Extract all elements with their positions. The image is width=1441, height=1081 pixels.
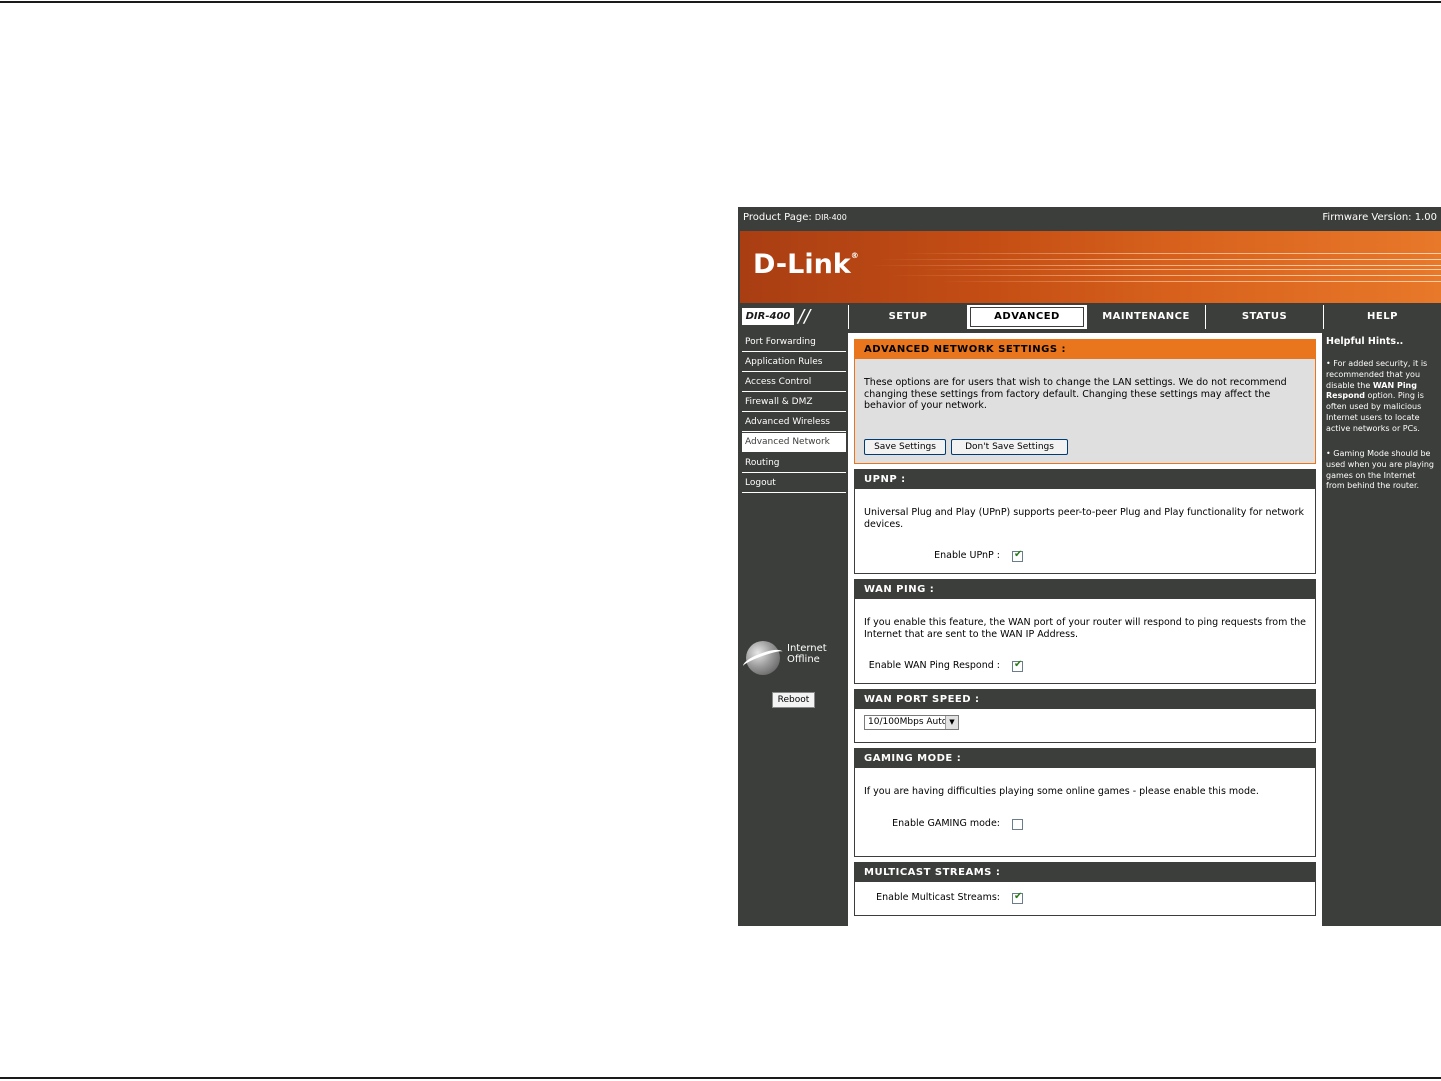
sidebar-item-advanced-wireless[interactable]: Advanced Wireless: [742, 413, 846, 432]
checkmark-icon: ✔: [1014, 891, 1023, 902]
section-description: These options are for users that wish to…: [864, 377, 1287, 411]
main-content: ADVANCED NETWORK SETTINGS : These option…: [848, 333, 1322, 926]
main-nav: DIR-400 // SETUP ADVANCED MAINTENANCE ST…: [738, 305, 1441, 329]
checkmark-icon: ✔: [1014, 549, 1023, 560]
section-description: If you enable this feature, the WAN port…: [864, 617, 1306, 640]
section-description: If you are having difficulties playing s…: [864, 786, 1259, 797]
section-title: WAN PORT SPEED :: [855, 690, 1315, 709]
wan-port-speed-select[interactable]: 10/100Mbps Auto ▼: [864, 715, 959, 730]
tab-help[interactable]: HELP: [1323, 305, 1441, 329]
save-settings-button[interactable]: Save Settings: [864, 439, 946, 455]
model-slashes: //: [798, 306, 811, 327]
product-model: DIR-400: [814, 213, 847, 222]
reboot-button[interactable]: Reboot: [772, 692, 815, 708]
sidebar-item-logout[interactable]: Logout: [742, 474, 846, 493]
firmware-version: Firmware Version: 1.00: [1322, 212, 1437, 223]
wan-ping-section: WAN PING : If you enable this feature, t…: [854, 579, 1316, 684]
upnp-section: UPNP : Universal Plug and Play (UPnP) su…: [854, 469, 1316, 574]
internet-status-line1: Internet: [787, 643, 827, 654]
section-description: Universal Plug and Play (UPnP) supports …: [864, 507, 1305, 530]
product-page-label: Product Page: DIR-400: [743, 212, 847, 223]
sidebar-item-firewall-dmz[interactable]: Firewall & DMZ: [742, 393, 846, 412]
enable-upnp-checkbox[interactable]: ✔: [1012, 549, 1023, 562]
internet-globe-icon: [741, 641, 785, 675]
internet-status: Internet Offline: [787, 643, 827, 665]
enable-gaming-mode-label: Enable GAMING mode:: [892, 818, 1000, 829]
sidebar: Port Forwarding Application Rules Access…: [738, 333, 848, 926]
sidebar-item-routing[interactable]: Routing: [742, 454, 846, 473]
page-top-rule: [0, 1, 1441, 3]
model-badge: DIR-400 //: [740, 305, 848, 329]
section-title: UPNP :: [855, 470, 1315, 489]
multicast-streams-section: MULTICAST STREAMS : Enable Multicast Str…: [854, 862, 1316, 916]
internet-status-line2: Offline: [787, 654, 820, 665]
wan-port-speed-value: 10/100Mbps Auto: [868, 717, 948, 727]
dlink-logo: D-Link®: [753, 249, 859, 280]
enable-multicast-label: Enable Multicast Streams:: [876, 892, 1000, 903]
wan-port-speed-section: WAN PORT SPEED : 10/100Mbps Auto ▼: [854, 689, 1316, 743]
enable-upnp-label: Enable UPnP :: [934, 550, 1000, 561]
advanced-network-settings-section: ADVANCED NETWORK SETTINGS : These option…: [854, 339, 1316, 464]
sidebar-item-advanced-network[interactable]: Advanced Network: [742, 433, 846, 452]
tab-maintenance[interactable]: MAINTENANCE: [1086, 305, 1205, 329]
section-title: GAMING MODE :: [855, 749, 1315, 768]
section-title: MULTICAST STREAMS :: [855, 863, 1315, 882]
sidebar-item-port-forwarding[interactable]: Port Forwarding: [742, 333, 846, 352]
model-badge-label: DIR-400: [742, 308, 794, 325]
section-title: WAN PING :: [855, 580, 1315, 599]
hints-title: Helpful Hints..: [1326, 336, 1404, 347]
brand-banner: D-Link®: [740, 231, 1441, 303]
top-info-bar: Product Page: DIR-400 Firmware Version: …: [738, 207, 1441, 229]
enable-wan-ping-checkbox[interactable]: ✔: [1012, 659, 1023, 672]
enable-gaming-mode-checkbox[interactable]: [1012, 819, 1023, 830]
chevron-down-icon[interactable]: ▼: [945, 716, 958, 729]
sidebar-item-access-control[interactable]: Access Control: [742, 373, 846, 392]
helpful-hints-panel: Helpful Hints.. • For added security, it…: [1322, 333, 1441, 926]
dont-save-settings-button[interactable]: Don't Save Settings: [951, 439, 1068, 455]
gaming-mode-section: GAMING MODE : If you are having difficul…: [854, 748, 1316, 857]
checkmark-icon: ✔: [1014, 659, 1023, 670]
section-title: ADVANCED NETWORK SETTINGS :: [855, 340, 1315, 359]
hint-wan-ping: • For added security, it is recommended …: [1326, 359, 1428, 433]
enable-multicast-checkbox[interactable]: ✔: [1012, 891, 1023, 904]
router-admin-window: Product Page: DIR-400 Firmware Version: …: [738, 207, 1441, 926]
enable-wan-ping-label: Enable WAN Ping Respond :: [868, 660, 1000, 671]
page-bottom-rule: [0, 1077, 1441, 1079]
hint-gaming-mode: • Gaming Mode should be used when you ar…: [1326, 449, 1434, 491]
tab-advanced[interactable]: ADVANCED: [967, 305, 1086, 329]
sidebar-item-application-rules[interactable]: Application Rules: [742, 353, 846, 372]
tab-status[interactable]: STATUS: [1205, 305, 1323, 329]
tab-setup[interactable]: SETUP: [848, 305, 967, 329]
